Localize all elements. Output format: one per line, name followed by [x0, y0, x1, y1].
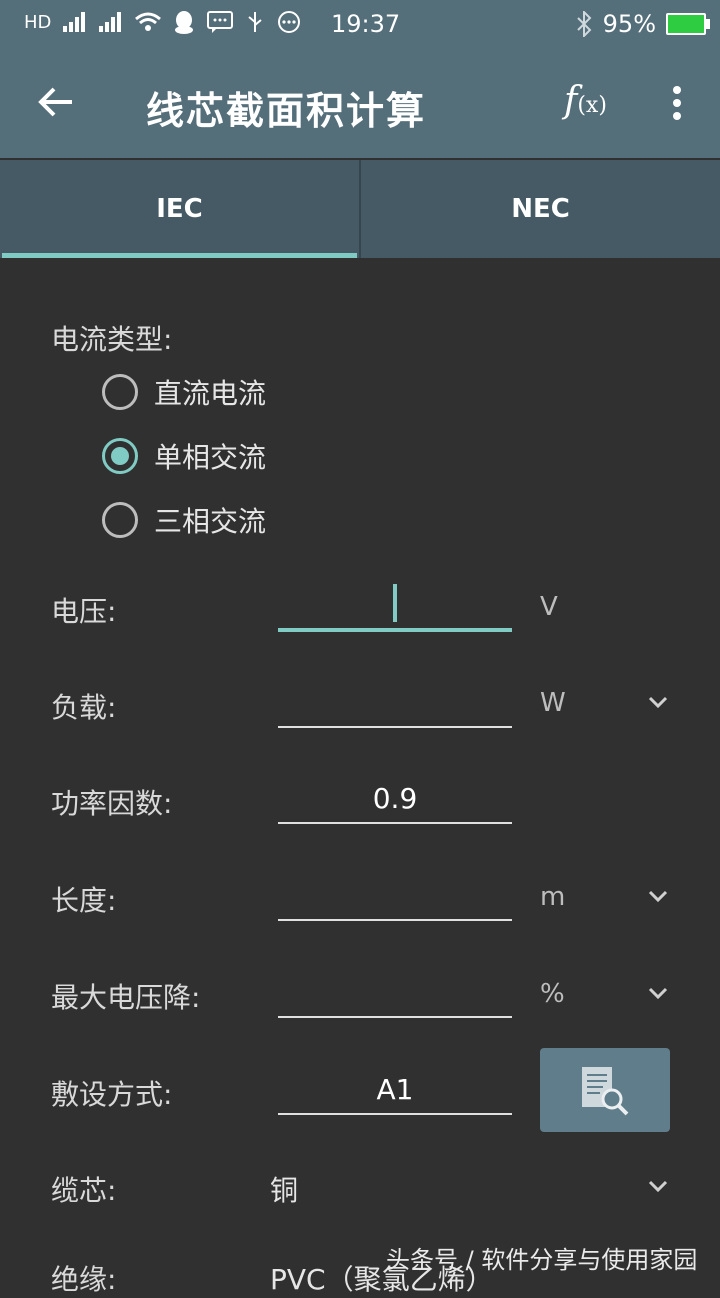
install-method-label: 敷设方式: [51, 1078, 173, 1111]
radio-label: 三相交流 [154, 505, 267, 538]
tab-nec[interactable]: NEC [361, 160, 720, 258]
battery-icon [666, 13, 710, 35]
max-drop-label: 最大电压降: [51, 981, 201, 1014]
tab-iec[interactable]: IEC [0, 160, 361, 258]
length-label: 长度: [51, 884, 117, 917]
watermark-text: 头条号 / 软件分享与使用家园 [386, 1246, 698, 1274]
radio-label: 直流电流 [154, 377, 267, 410]
back-arrow-icon[interactable] [36, 82, 76, 122]
chevron-down-icon[interactable] [646, 884, 670, 908]
max-drop-unit[interactable]: % [540, 979, 565, 1009]
standard-tabs: IEC NEC [0, 160, 720, 258]
hd-icon: HD [24, 11, 52, 33]
signal-icon [99, 12, 122, 32]
status-icons: HD [24, 10, 301, 34]
radio-three-phase[interactable]: 三相交流 [102, 500, 266, 540]
core-label: 缆芯: [51, 1174, 117, 1207]
wifi-icon [135, 12, 162, 31]
voltage-label: 电压: [51, 595, 117, 628]
app-bar: 线芯截面积计算 f(x) [0, 50, 720, 158]
chevron-down-icon[interactable] [646, 981, 670, 1005]
text-cursor [393, 584, 397, 622]
voltage-input[interactable] [278, 582, 512, 632]
overflow-menu-icon[interactable] [668, 86, 686, 122]
radio-single-phase[interactable]: 单相交流 [102, 436, 266, 476]
length-input[interactable] [278, 873, 512, 921]
usb-icon [248, 12, 263, 32]
radio-label: 单相交流 [154, 441, 267, 474]
power-factor-input[interactable]: 0.9 [278, 776, 512, 824]
radio-button-icon[interactable] [102, 502, 138, 538]
status-bar: HD 19:37 95% [0, 0, 720, 50]
current-type-label: 电流类型: [51, 323, 173, 356]
voltage-unit: V [540, 592, 558, 622]
power-factor-label: 功率因数: [51, 787, 173, 820]
length-unit[interactable]: m [540, 882, 565, 912]
install-method-value: A1 [376, 1073, 414, 1106]
status-right: 95% [575, 10, 710, 38]
chevron-down-icon[interactable] [646, 690, 670, 714]
battery-percent: 95% [602, 10, 656, 38]
bluetooth-icon [576, 11, 592, 37]
signal-icon [63, 12, 86, 32]
status-time: 19:37 [331, 10, 401, 38]
more-circle-icon [278, 11, 301, 33]
radio-button-icon[interactable] [102, 374, 138, 410]
load-unit[interactable]: W [540, 688, 566, 718]
power-factor-value: 0.9 [372, 782, 418, 815]
message-icon [207, 11, 234, 33]
install-method-lookup-button[interactable] [540, 1048, 670, 1132]
radio-button-checked-icon[interactable] [102, 438, 138, 474]
page-title: 线芯截面积计算 [146, 89, 427, 133]
install-method-input[interactable]: A1 [278, 1067, 512, 1115]
radio-dc[interactable]: 直流电流 [102, 372, 266, 412]
qq-icon [175, 11, 194, 34]
load-label: 负载: [51, 691, 117, 724]
insulation-label: 绝缘: [51, 1263, 117, 1296]
load-input[interactable] [278, 680, 512, 728]
chevron-down-icon[interactable] [646, 1174, 670, 1198]
document-search-icon [582, 1067, 629, 1116]
max-drop-input[interactable] [278, 970, 512, 1018]
core-value[interactable]: 铜 [270, 1169, 298, 1209]
formula-icon[interactable]: f(x) [564, 80, 607, 121]
